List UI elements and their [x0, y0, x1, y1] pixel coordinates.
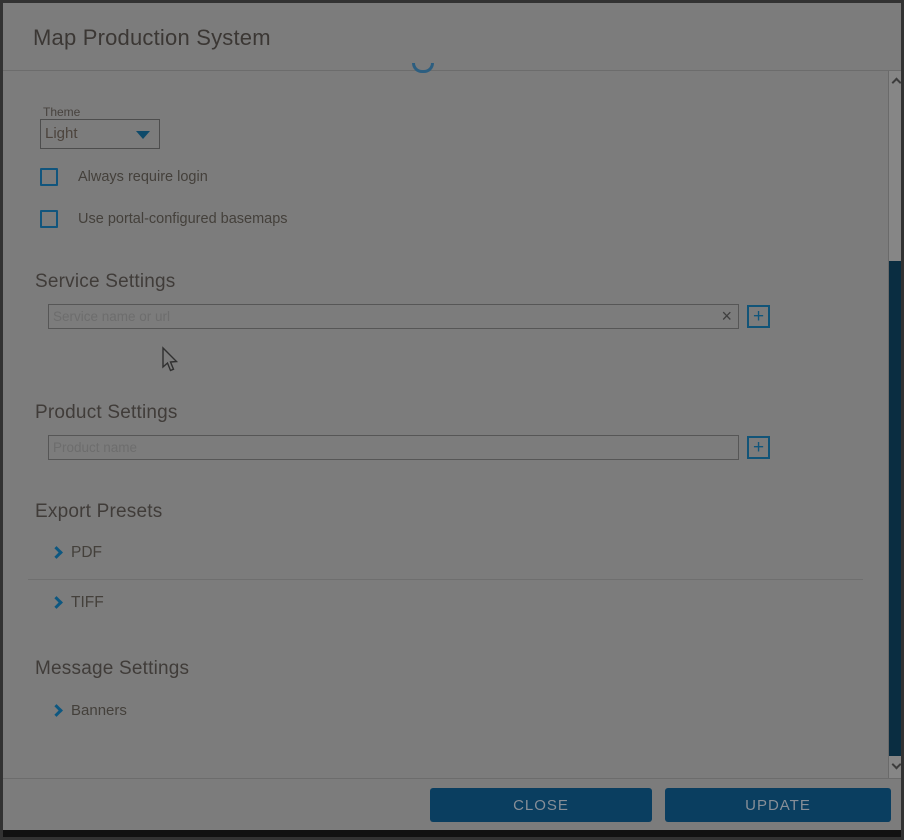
preset-label: PDF	[71, 544, 102, 562]
add-service-button[interactable]: +	[747, 305, 770, 328]
mouse-cursor	[160, 346, 180, 374]
clear-icon[interactable]: ×	[721, 305, 732, 328]
chevron-up-icon	[892, 78, 902, 88]
titlebar: Map Production System	[3, 3, 901, 70]
theme-label: Theme	[43, 105, 80, 119]
theme-select-value: Light	[45, 125, 78, 142]
always-require-login-checkbox[interactable]	[40, 168, 58, 186]
chevron-right-icon	[50, 546, 63, 559]
chevron-down-icon	[892, 760, 902, 770]
plus-icon: +	[753, 306, 764, 327]
header-divider	[3, 70, 901, 71]
divider	[28, 579, 863, 580]
plus-icon: +	[753, 437, 764, 458]
message-settings-heading: Message Settings	[35, 658, 189, 680]
scroll-down-arrow[interactable]	[889, 758, 904, 776]
service-name-input[interactable]	[48, 304, 739, 329]
preset-label: TIFF	[71, 594, 104, 612]
service-settings-heading: Service Settings	[35, 271, 176, 293]
scroll-up-arrow[interactable]	[889, 73, 904, 91]
page-title: Map Production System	[33, 25, 271, 51]
product-name-input[interactable]	[48, 435, 739, 460]
export-presets-heading: Export Presets	[35, 501, 162, 523]
portal-basemaps-checkbox[interactable]	[40, 210, 58, 228]
window-bottom-edge	[3, 830, 901, 837]
checkbox-label: Always require login	[78, 169, 208, 185]
chevron-right-icon	[50, 596, 63, 609]
theme-select[interactable]: Light	[40, 119, 160, 149]
footer-divider	[3, 778, 901, 779]
scrollbar-track[interactable]	[888, 71, 904, 778]
map-production-system-dialog: Map Production System Theme Light Always…	[0, 0, 904, 840]
partially-scrolled-element	[412, 63, 434, 73]
close-button[interactable]: CLOSE	[430, 788, 652, 822]
chevron-right-icon	[50, 704, 63, 717]
scrollbar-thumb[interactable]	[889, 261, 904, 756]
checkbox-label: Use portal-configured basemaps	[78, 211, 288, 227]
chevron-down-icon	[136, 131, 150, 139]
update-button[interactable]: UPDATE	[665, 788, 891, 822]
service-input-wrap: ×	[48, 304, 739, 329]
product-settings-heading: Product Settings	[35, 402, 178, 424]
banners-label: Banners	[71, 702, 127, 719]
product-input-wrap	[48, 435, 739, 460]
add-product-button[interactable]: +	[747, 436, 770, 459]
